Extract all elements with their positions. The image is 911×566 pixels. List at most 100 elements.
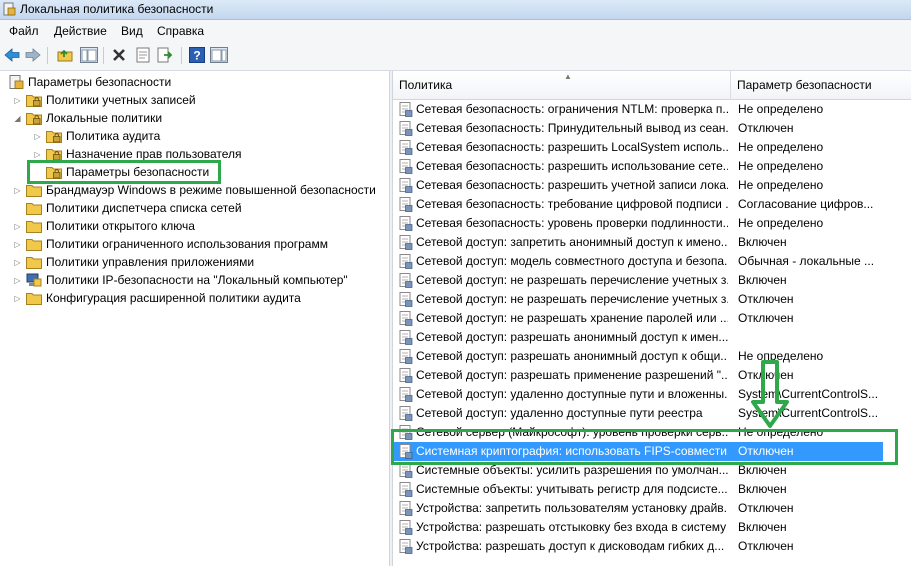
tree-node[interactable]: Политики диспетчера списка сетей: [13, 199, 242, 217]
table-row[interactable]: Сетевая безопасность: ограничения NTLM: …: [393, 100, 883, 119]
policy-name: Сетевой доступ: разрешать анонимный дост…: [416, 330, 728, 344]
tree-node-label: Политики диспетчера списка сетей: [46, 201, 242, 215]
policy-name: Устройства: разрешать доступ к дисковода…: [416, 539, 725, 553]
forward-icon[interactable]: [24, 46, 42, 64]
tree-node[interactable]: ▷ Политики учетных записей: [13, 91, 196, 109]
expand-arrow-icon[interactable]: ▷: [33, 132, 42, 141]
action-pane-icon[interactable]: [210, 46, 228, 64]
table-row[interactable]: Устройства: разрешать доступ к дисковода…: [393, 537, 883, 556]
up-folder-icon[interactable]: [56, 46, 74, 64]
policy-name: Сетевая безопасность: разрешить LocalSys…: [416, 140, 728, 154]
policy-name: Сетевая безопасность: разрешить учетной …: [416, 178, 728, 192]
export-icon[interactable]: [156, 46, 174, 64]
policy-value: Отключен: [738, 292, 794, 306]
table-row[interactable]: Сетевой доступ: не разрешать хранение па…: [393, 309, 883, 328]
column-header-security-setting[interactable]: Параметр безопасности: [731, 71, 911, 100]
toolbar: ?: [0, 41, 911, 71]
table-row[interactable]: Сетевой доступ: разрешать анонимный дост…: [393, 328, 883, 347]
table-row[interactable]: Сетевая безопасность: разрешить LocalSys…: [393, 138, 883, 157]
tree-node[interactable]: ▷ Политика аудита: [33, 127, 160, 145]
policy-value: Включен: [738, 273, 787, 287]
table-row[interactable]: Устройства: запретить пользователям уста…: [393, 499, 883, 518]
tree-node[interactable]: ▷ Политики ограниченного использования пр…: [13, 235, 328, 253]
delete-icon[interactable]: [110, 46, 128, 64]
tree-node-label: Политики ограниченного использования про…: [46, 237, 328, 251]
expand-arrow-icon[interactable]: ▷: [13, 294, 22, 303]
table-row[interactable]: Сетевая безопасность: Принудительный выв…: [393, 119, 883, 138]
policy-value: Согласование цифров...: [738, 197, 874, 211]
tree-node[interactable]: ◢ Локальные политики: [13, 109, 162, 127]
menu-help[interactable]: Справка: [157, 24, 204, 38]
policy-value: Не определено: [738, 102, 824, 116]
column-header-setting-label: Параметр безопасности: [737, 78, 872, 92]
table-row[interactable]: Сетевой доступ: удаленно доступные пути …: [393, 385, 883, 404]
table-row[interactable]: Сетевой доступ: запретить анонимный дост…: [393, 233, 883, 252]
table-row[interactable]: Сетевой доступ: модель совместного досту…: [393, 252, 883, 271]
policy-value: Отключен: [738, 539, 794, 553]
table-row[interactable]: Сетевой доступ: не разрешать перечислени…: [393, 271, 883, 290]
tree-node-label: Политики открытого ключа: [46, 219, 195, 233]
toolbar-separator: [103, 47, 104, 64]
table-row[interactable]: Сетевой доступ: не разрешать перечислени…: [393, 290, 883, 309]
properties-icon[interactable]: [134, 46, 152, 64]
policy-name: Устройства: разрешать отстыковку без вхо…: [416, 520, 727, 534]
expand-arrow-icon[interactable]: ▷: [13, 258, 22, 267]
folder-icon: [26, 237, 46, 251]
table-row[interactable]: Сетевой доступ: разрешать применение раз…: [393, 366, 883, 385]
expand-arrow-icon[interactable]: ▷: [13, 222, 22, 231]
tree-node[interactable]: ▷ Политики открытого ключа: [13, 217, 195, 235]
table-row[interactable]: Устройства: разрешать отстыковку без вхо…: [393, 518, 883, 537]
folder-icon: [26, 219, 46, 233]
expand-arrow-icon[interactable]: ▷: [13, 96, 22, 105]
security-settings-icon: [8, 75, 28, 89]
tree-node-label: Конфигурация расширенной политики аудита: [46, 291, 301, 305]
policy-value: Отключен: [738, 501, 794, 515]
tree-node[interactable]: ▷ Конфигурация расширенной политики аудит…: [13, 289, 301, 307]
toolbar-separator: [47, 47, 48, 64]
tree-node[interactable]: ▷ Политики IP-безопасности на "Локальный …: [13, 271, 348, 289]
tree-node[interactable]: ▷ Политики управления приложениями: [13, 253, 254, 271]
policy-name: Устройства: запретить пользователям уста…: [416, 501, 728, 515]
policy-name: Сетевая безопасность: разрешить использо…: [416, 159, 728, 173]
policy-value: Включен: [738, 520, 787, 534]
policy-value: Включен: [738, 482, 787, 496]
table-row[interactable]: Сетевая безопасность: разрешить учетной …: [393, 176, 883, 195]
policy-name: Системные объекты: учитывать регистр для…: [416, 482, 728, 496]
menu-action[interactable]: Действие: [54, 24, 107, 38]
column-header-policy[interactable]: Политика ▲: [393, 71, 731, 100]
menu-file[interactable]: Файл: [9, 24, 39, 38]
window-title: Локальная политика безопасности: [20, 2, 214, 16]
collapse-arrow-icon[interactable]: ◢: [13, 114, 22, 123]
tree-node-label: Политики IP-безопасности на "Локальный к…: [46, 273, 348, 287]
policy-name: Сетевой доступ: не разрешать перечислени…: [416, 273, 728, 287]
table-row[interactable]: Сетевой доступ: разрешать анонимный дост…: [393, 347, 883, 366]
policy-name: Сетевой доступ: разрешать применение раз…: [416, 368, 728, 382]
expand-arrow-icon[interactable]: ▷: [13, 186, 22, 195]
tree-node[interactable]: Параметры безопасности: [8, 73, 171, 91]
table-row[interactable]: Сетевая безопасность: требование цифрово…: [393, 195, 883, 214]
expand-arrow-icon[interactable]: ▷: [13, 240, 22, 249]
policy-name: Сетевой доступ: не разрешать хранение па…: [416, 311, 728, 325]
policy-value: Не определено: [738, 216, 824, 230]
table-row[interactable]: Сетевая безопасность: уровень проверки п…: [393, 214, 883, 233]
table-row[interactable]: Сетевой доступ: удаленно доступные пути …: [393, 404, 883, 423]
table-row[interactable]: Системные объекты: учитывать регистр для…: [393, 480, 883, 499]
policy-name: Сетевой доступ: не разрешать перечислени…: [416, 292, 728, 306]
policy-value: Обычная - локальные ...: [738, 254, 875, 268]
tree-node-label: Политики учетных записей: [46, 93, 196, 107]
menu-view[interactable]: Вид: [121, 24, 143, 38]
policy-name: Сетевой доступ: удаленно доступные пути …: [416, 406, 703, 420]
folder-icon: [26, 183, 46, 197]
expand-arrow-icon[interactable]: ▷: [33, 150, 42, 159]
folder-lock-icon: [26, 93, 46, 107]
back-icon[interactable]: [3, 46, 21, 64]
folder-lock-icon: [26, 111, 46, 125]
tree-node-label: Политика аудита: [66, 129, 161, 143]
table-row[interactable]: Сетевая безопасность: разрешить использо…: [393, 157, 883, 176]
help-icon[interactable]: ?: [188, 46, 206, 64]
policy-name: Сетевой доступ: удаленно доступные пути …: [416, 387, 728, 401]
show-hide-tree-icon[interactable]: [80, 46, 98, 64]
expand-arrow-icon[interactable]: ▷: [13, 276, 22, 285]
toolbar-separator: [181, 47, 182, 64]
tree-node-label: Локальные политики: [46, 111, 163, 125]
